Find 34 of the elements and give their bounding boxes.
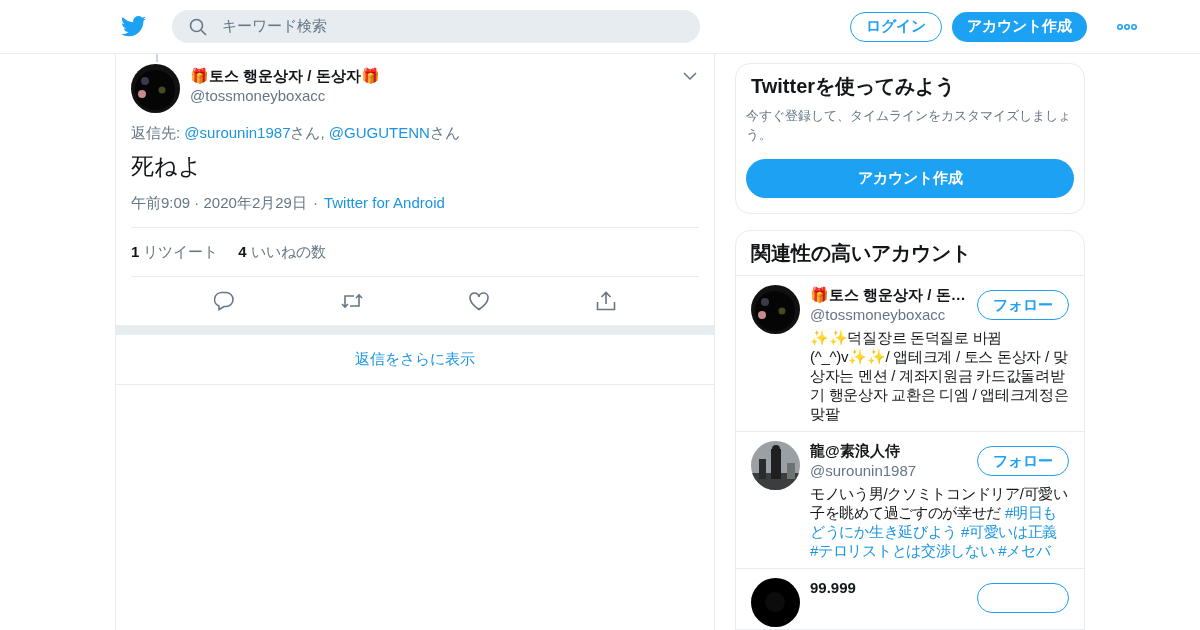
card-description: 今すぐ登録して、タイムラインをカスタマイズしましょう。	[746, 107, 1072, 144]
mention-link[interactable]: @surounin1987	[184, 124, 291, 141]
tweet-timestamp[interactable]: 午前9:09 · 2020年2月29日	[131, 193, 307, 213]
search-input[interactable]: キーワード検索	[222, 15, 622, 38]
share-icon[interactable]	[595, 291, 616, 311]
account-name[interactable]: 龍@素浪人侍	[810, 441, 969, 461]
more-icon[interactable]	[1117, 23, 1137, 30]
retweet-count-link[interactable]: 1 リツイート	[131, 240, 219, 264]
card-title: 関連性の高いアカウント	[736, 231, 1084, 276]
reply-icon[interactable]	[214, 291, 235, 311]
search-field[interactable]: キーワード検索	[172, 10, 700, 43]
account-bio: ✨✨덕질장르 돈덕질로 바뀜(^_^)v✨✨/ 앱테크계 / 토스 돈상자 / 맞상자는 멘션 / 계좌지원금 카드값돌려받기 행운상자 교환은 디엠 / 앱테크계정은 맞팔	[810, 328, 1069, 423]
card-title: Twitterを使ってみよう	[750, 74, 957, 99]
like-count-link[interactable]: 4 いいねの数	[238, 240, 326, 264]
heart-icon[interactable]	[469, 291, 490, 311]
chevron-down-icon[interactable]	[683, 72, 697, 80]
author-name[interactable]: 🎁토스 행운상자 / 돈상자🎁	[190, 66, 683, 86]
separator-dot: ·	[312, 193, 318, 213]
account-name[interactable]: 🎁토스 행운상자 / 돈…	[810, 285, 969, 305]
account-handle[interactable]: @surounin1987	[810, 461, 969, 481]
author-handle[interactable]: @tossmoneyboxacc	[190, 86, 683, 106]
mention-link[interactable]: @GUGUTENN	[328, 124, 430, 141]
show-more-replies-link[interactable]: 返信をさらに表示	[355, 348, 475, 371]
source-link[interactable]: Twitter for Android	[323, 193, 445, 213]
search-icon	[189, 17, 207, 36]
reply-to-text: 返信先: @surounin1987さん, @GUGUTENNさん	[131, 123, 461, 143]
sign-up-button[interactable]: アカウント作成	[952, 11, 1087, 42]
account-handle[interactable]: @tossmoneyboxacc	[810, 305, 969, 325]
account-bio: モノいう男/クソミトコンドリア/可愛い子を眺めて過ごすのが幸せだ #明日もどうにか生き延びよう #可愛いは正義 #テロリストとは交渉しない #メセバ	[810, 484, 1069, 560]
account-name[interactable]: 99.999	[810, 578, 969, 598]
retweet-icon[interactable]	[340, 291, 363, 311]
bird-logo-icon[interactable]	[121, 16, 146, 37]
tweet-text: 死ねよ	[131, 152, 203, 181]
sign-up-button[interactable]: アカウント作成	[746, 159, 1074, 198]
